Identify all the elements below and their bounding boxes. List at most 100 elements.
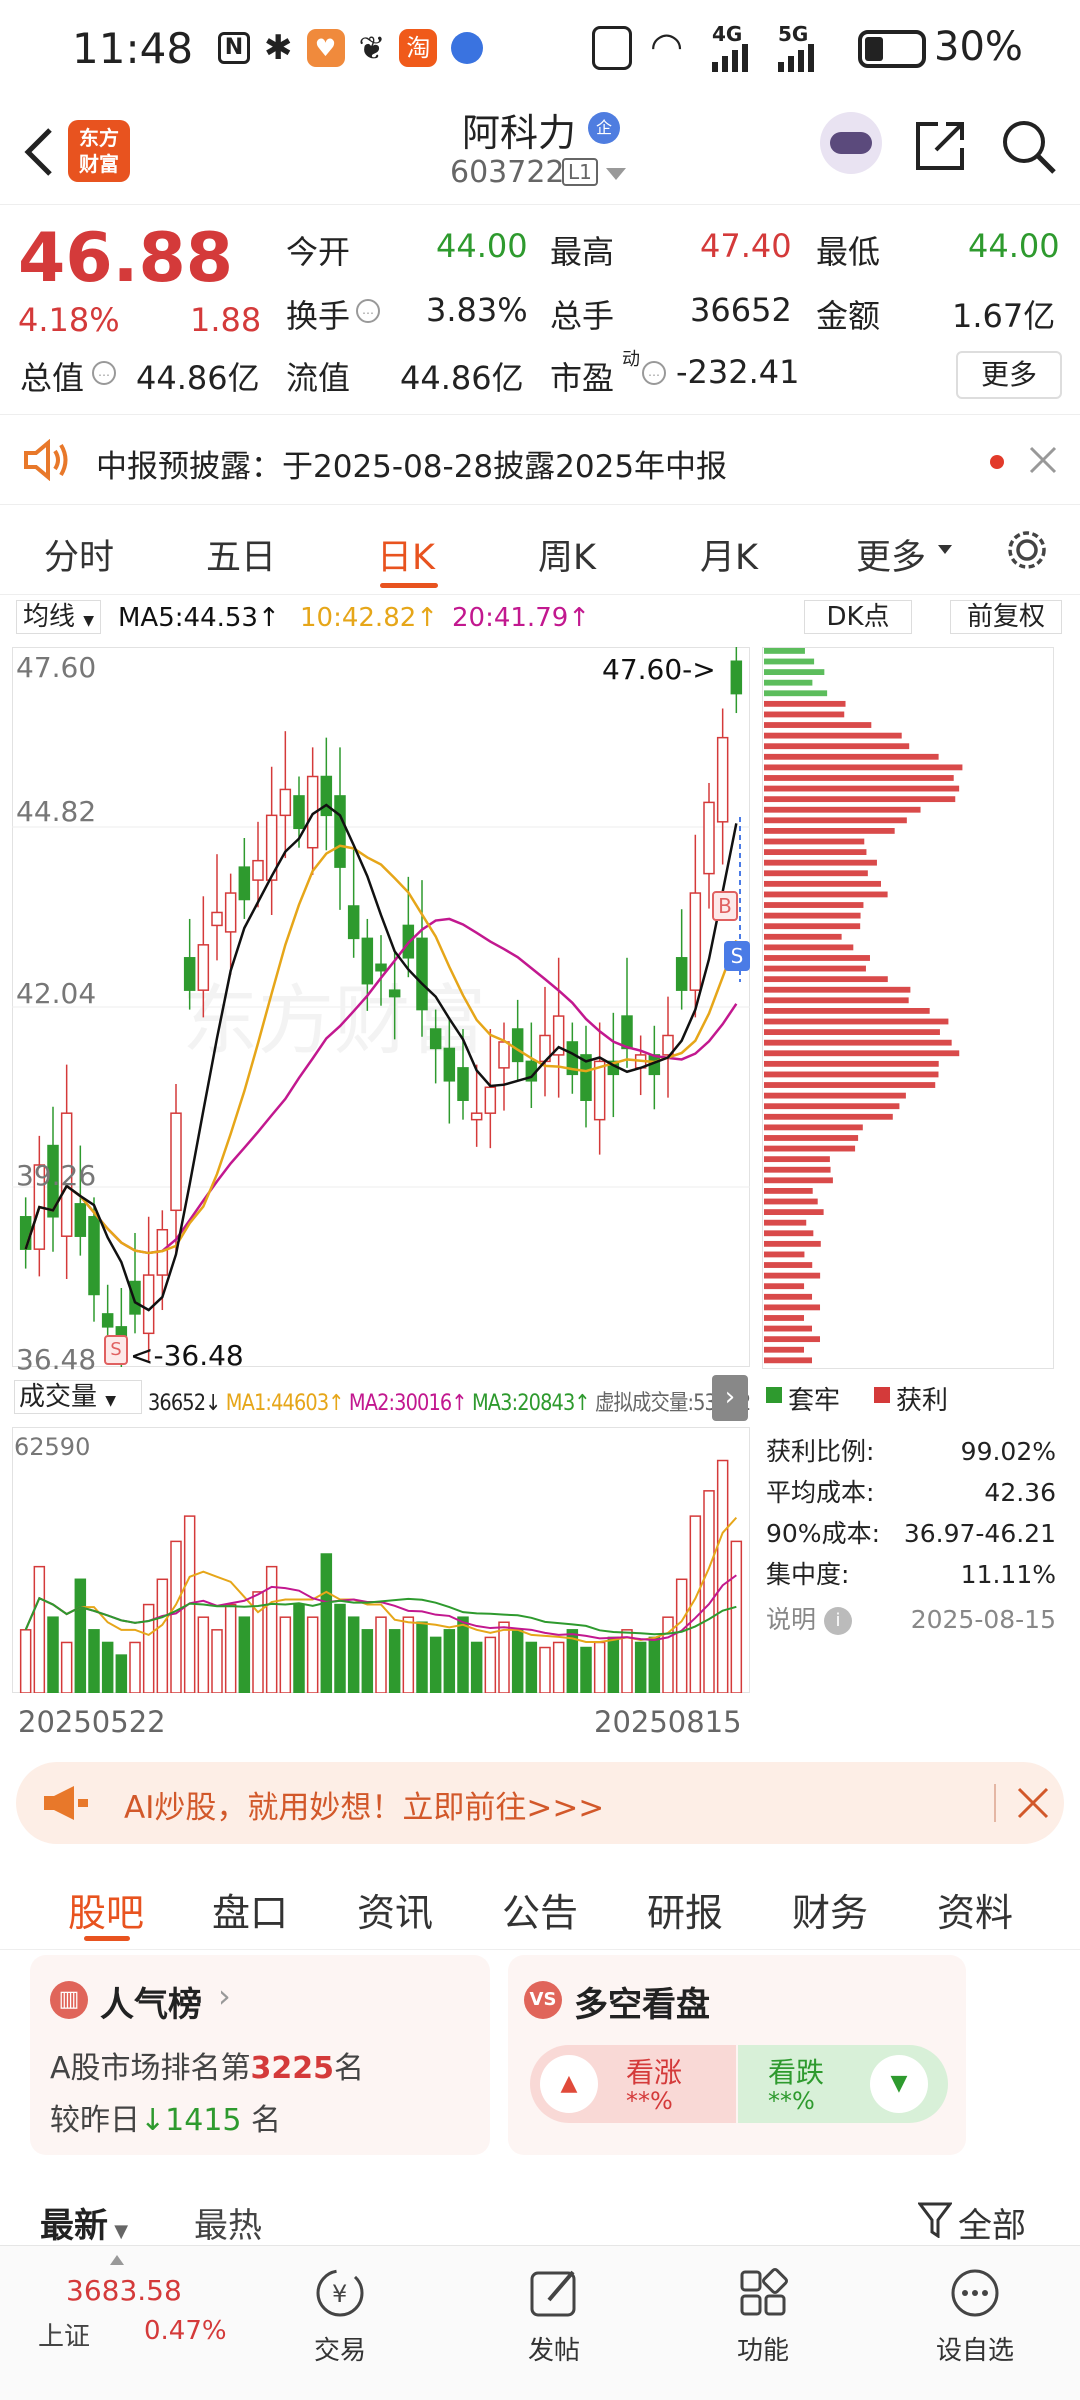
chip-bar (764, 785, 960, 792)
vote-title: 多空看盘 (574, 1985, 710, 2025)
tab-intraday[interactable]: 分时 (44, 529, 114, 580)
signal-5g-icon (778, 44, 814, 72)
candle-body (730, 660, 743, 695)
candle-body (293, 795, 305, 830)
volume-bar (347, 1616, 360, 1693)
tab-profile[interactable]: 资料 (937, 1882, 1013, 1937)
info-icon[interactable]: … (642, 361, 666, 385)
bullish-value: **% (626, 2087, 673, 2115)
volume-bar (19, 1629, 32, 1693)
active-tab-indicator (380, 583, 438, 588)
settings-gear-icon[interactable] (1004, 527, 1050, 573)
share-icon[interactable] (912, 118, 968, 174)
ai-assistant-icon[interactable] (820, 112, 882, 174)
tab-order-book[interactable]: 盘口 (212, 1882, 288, 1937)
tab-five-day[interactable]: 五日 (206, 529, 276, 580)
nav-functions[interactable]: 功能 (723, 2266, 803, 2367)
buy-marker[interactable]: B (712, 891, 738, 921)
sell-marker-small[interactable]: S (104, 1335, 128, 1365)
volume-bar (60, 1641, 73, 1693)
volume-bar (142, 1603, 155, 1693)
adjust-button[interactable]: 前复权 (950, 600, 1062, 634)
notification-icons: N ✱ ♥ ❦ 淘 (218, 28, 484, 68)
close-icon[interactable] (1028, 445, 1058, 475)
candlestick-chart[interactable]: 东方财富 (12, 647, 750, 1367)
chip-bars-group (764, 648, 963, 1364)
volume-selector[interactable]: 成交量 ▼ (14, 1380, 142, 1414)
tab-more[interactable]: 更多 (856, 529, 926, 580)
chip-bar (764, 933, 842, 940)
close-icon[interactable] (1016, 1786, 1050, 1820)
chip-bar (764, 1113, 893, 1120)
sort-hot[interactable]: 最热 (194, 2198, 262, 2247)
amount-label: 金额 (816, 297, 881, 335)
tab-weekly-k[interactable]: 周K (538, 529, 596, 580)
chevron-down-icon[interactable] (606, 168, 626, 182)
chip-bar (764, 775, 954, 781)
chip-bar (764, 1039, 952, 1046)
tab-news[interactable]: 资讯 (357, 1882, 433, 1937)
ma-selector[interactable]: 均线 ▼ (16, 600, 102, 634)
candle-body (675, 957, 688, 991)
back-arrow-icon[interactable] (18, 124, 58, 180)
chip-note-row[interactable]: 说明 i 2025-08-15 (766, 1599, 1056, 1640)
filter-all[interactable]: 全部 (958, 2198, 1026, 2247)
rank-title: 人气榜 (100, 1985, 202, 2025)
last-price: 46.88 (18, 219, 234, 298)
chip-bar (764, 1071, 939, 1078)
index-widget[interactable]: 3683.58 上证 0.47% (30, 2254, 230, 2384)
planet-icon (451, 32, 484, 64)
popularity-card[interactable]: ▥ 人气榜 › A股市场排名第3225名 较昨日↓1415 名 (30, 1955, 490, 2155)
bearish-button[interactable]: 看跌 **% ▼ (738, 2045, 948, 2123)
ma-selector-label: 均线 (23, 602, 76, 632)
bullish-button[interactable]: ▲ 看涨 **% (530, 2045, 736, 2123)
tab-guba[interactable]: 股吧 (68, 1882, 144, 1937)
chip-bar (764, 669, 825, 675)
candle-body (388, 989, 401, 998)
bluetooth-icon: ✱ (264, 28, 293, 68)
change-amount: 1.88 (190, 301, 262, 339)
chip-bar (764, 1198, 818, 1205)
info-icon[interactable]: … (356, 299, 380, 323)
tab-finance[interactable]: 财务 (792, 1882, 868, 1937)
down-arrow-icon: ↓ (140, 2103, 166, 2138)
tab-announcements[interactable]: 公告 (502, 1882, 578, 1937)
change-percent: 4.18% (18, 301, 120, 339)
nav-trade[interactable]: ¥ 交易 (300, 2266, 380, 2367)
info-icon[interactable]: i (823, 1607, 852, 1635)
info-icon[interactable]: … (92, 361, 116, 385)
chip-stat-value: 42.36 (984, 1478, 1056, 1507)
tab-research[interactable]: 研报 (647, 1882, 723, 1937)
quote-panel: 46.88 4.18% 1.88 今开 44.00 最高 47.40 最低 44… (0, 205, 1080, 415)
tab-monthly-k[interactable]: 月K (700, 529, 758, 580)
sell-marker[interactable]: S (724, 941, 750, 971)
chip-bar (764, 923, 861, 930)
tab-daily-k[interactable]: 日K (377, 529, 435, 580)
chip-distribution-chart[interactable] (762, 647, 1054, 1369)
sort-latest[interactable]: 最新 ▼ (40, 2198, 128, 2247)
volume-bar (375, 1616, 387, 1693)
chip-bar (764, 1060, 939, 1067)
rank-number: 3225 (250, 2051, 335, 2086)
bull-bear-card[interactable]: VS 多空看盘 ▲ 看涨 **% 看跌 **% ▼ (508, 1955, 966, 2155)
pe-value: -232.41 (676, 353, 800, 391)
ai-promo-banner[interactable]: AI炒股，就用妙想！立即前往>>> (16, 1762, 1064, 1844)
notice-bar[interactable]: 中报预披露：于2025-08-28披露2025年中报 (0, 415, 1080, 505)
candle-body (361, 937, 374, 985)
filter-icon[interactable] (918, 2202, 952, 2238)
chip-bar (764, 1304, 821, 1311)
nav-functions-label: 功能 (736, 2336, 789, 2366)
search-icon[interactable] (1000, 118, 1058, 176)
expand-right-icon[interactable]: › (712, 1375, 748, 1421)
brand-logo: 东方 财富 (68, 120, 130, 182)
yuan-cycle-icon: ¥ (316, 2269, 364, 2317)
nav-post[interactable]: 发帖 (514, 2266, 594, 2367)
volume-bar (334, 1603, 346, 1693)
volume-bar (416, 1621, 428, 1693)
nav-add-watchlist[interactable]: 设自选 (930, 2266, 1020, 2367)
vs-icon: VS (524, 1981, 562, 2019)
more-button[interactable]: 更多 (956, 351, 1062, 399)
chip-bar (764, 658, 815, 665)
dk-point-button[interactable]: DK点 (804, 600, 912, 634)
volume-chart[interactable] (12, 1427, 750, 1693)
